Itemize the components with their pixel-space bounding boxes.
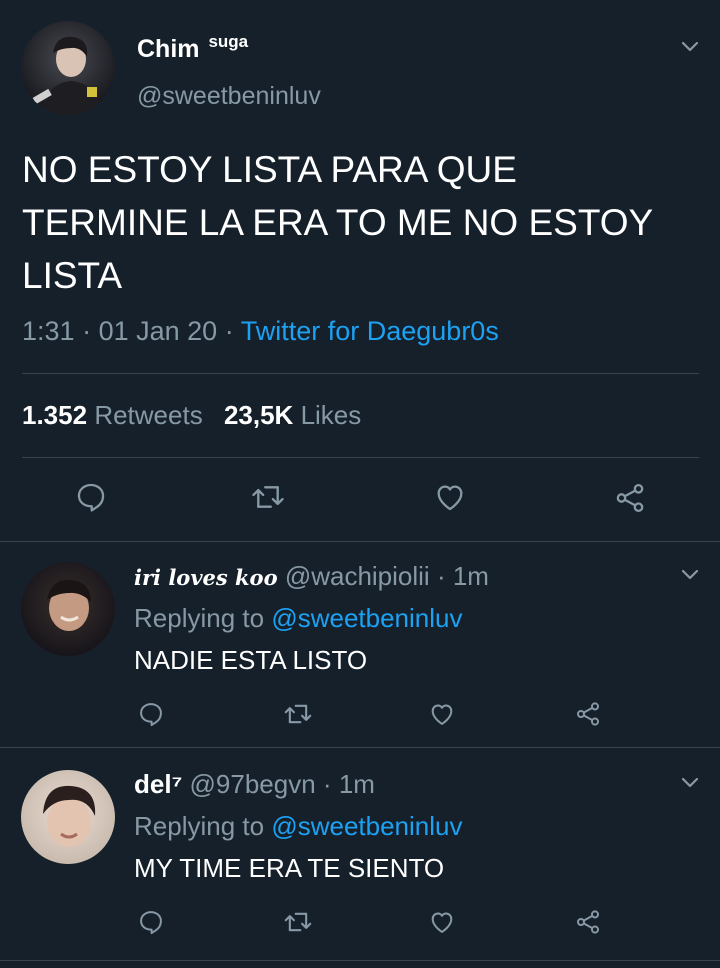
reply-handle[interactable]: @97begvn	[190, 769, 316, 799]
replying-to-handle[interactable]: @sweetbeninluv	[271, 603, 462, 633]
reply-age[interactable]: 1m	[453, 561, 489, 591]
main-tweet-text: NO ESTOY LISTA PARA QUE TERMINE LA ERA T…	[22, 143, 653, 302]
reply-age[interactable]: 1m	[339, 769, 375, 799]
divider	[22, 373, 699, 374]
reply-text: MY TIME ERA TE SIENTO	[134, 853, 445, 883]
main-tweet-text-line: LISTA	[22, 255, 123, 296]
retweet-icon[interactable]	[250, 480, 286, 514]
main-tweet-text-line: TERMINE LA ERA TO ME NO ESTOY	[22, 202, 654, 243]
likes-label: Likes	[300, 400, 362, 430]
main-tweet-time[interactable]: 1:31	[22, 316, 75, 346]
like-icon[interactable]	[426, 700, 458, 728]
reply-avatar[interactable]	[21, 770, 115, 864]
main-tweet-avatar[interactable]	[21, 21, 115, 115]
reply-avatar[interactable]	[21, 562, 115, 656]
retweet-icon[interactable]	[282, 908, 314, 936]
retweets-label: Retweets	[94, 400, 203, 430]
retweets-stat[interactable]: 1.352 Retweets	[22, 400, 210, 430]
replying-to-handle[interactable]: @sweetbeninluv	[271, 811, 462, 841]
divider	[0, 541, 720, 542]
replying-to-line: Replying to @sweetbeninluv	[134, 603, 462, 634]
like-icon[interactable]	[432, 480, 468, 514]
retweets-count: 1.352	[22, 400, 88, 430]
divider	[0, 747, 720, 748]
replying-to-label: Replying to	[134, 603, 265, 633]
chevron-down-icon[interactable]	[679, 36, 701, 58]
reply-text: NADIE ESTA LISTO	[134, 645, 368, 675]
share-icon[interactable]	[612, 481, 648, 515]
divider	[22, 457, 699, 458]
likes-count: 23,5K	[223, 400, 294, 430]
main-tweet-source[interactable]: Twitter for Daegubr0s	[241, 316, 499, 346]
reply-display-name[interactable]: 𝒊𝒓𝒊 𝒍𝒐𝒗𝒆𝒔 𝒌𝒐𝒐	[134, 565, 278, 590]
reply-icon[interactable]	[136, 908, 166, 936]
chevron-down-icon[interactable]	[679, 564, 701, 586]
main-tweet-handle[interactable]: @sweetbeninluv	[137, 82, 321, 111]
main-tweet-text-line: NO ESTOY LISTA PARA QUE	[22, 149, 517, 190]
likes-stat[interactable]: 23,5K Likes	[224, 400, 361, 430]
main-tweet-date[interactable]: 01 Jan 20	[99, 316, 218, 346]
main-tweet-meta: 1:31 · 01 Jan 20 · Twitter for Daegubr0s	[22, 316, 499, 346]
share-icon[interactable]	[572, 908, 604, 936]
main-tweet-name-suffix: suga	[208, 32, 249, 51]
share-icon[interactable]	[572, 700, 604, 728]
replying-to-line: Replying to @sweetbeninluv	[134, 811, 462, 842]
reply-display-name[interactable]: del⁷	[134, 769, 182, 799]
replying-to-label: Replying to	[134, 811, 265, 841]
reply-icon[interactable]	[74, 480, 108, 514]
reply-handle[interactable]: @wachipiolii	[285, 561, 430, 591]
main-tweet-stats: 1.352 Retweets 23,5K Likes	[22, 400, 361, 431]
chevron-down-icon[interactable]	[679, 772, 701, 794]
retweet-icon[interactable]	[282, 700, 314, 728]
main-tweet-display-name[interactable]: Chim	[137, 35, 200, 63]
like-icon[interactable]	[426, 908, 458, 936]
reply-icon[interactable]	[136, 700, 166, 728]
divider	[0, 960, 720, 961]
